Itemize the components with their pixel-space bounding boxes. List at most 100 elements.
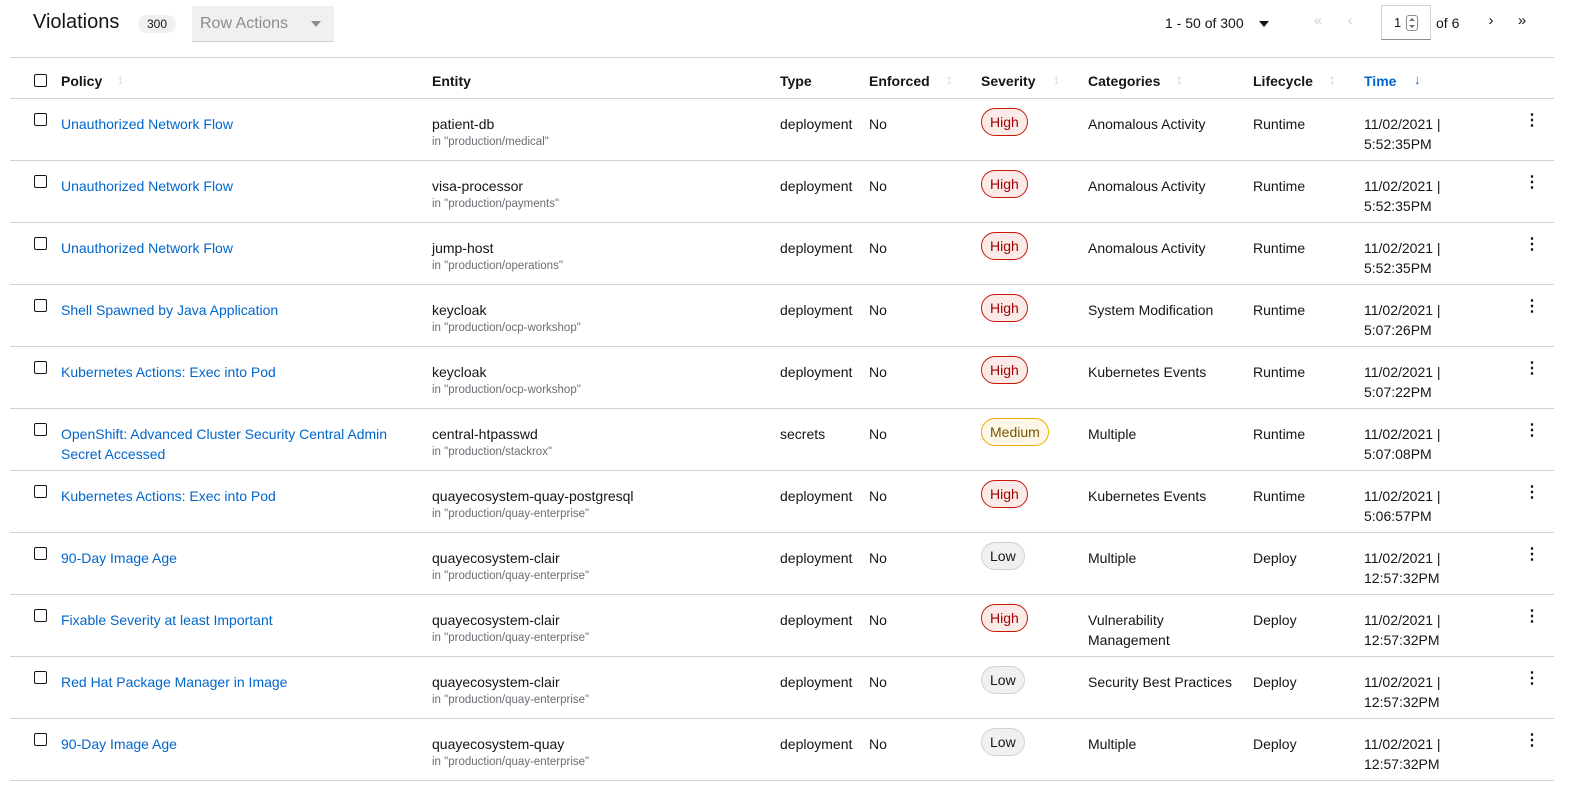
table-row[interactable]: Unauthorized Network Flow visa-processor… — [10, 161, 1554, 223]
row-select-checkbox[interactable] — [34, 237, 47, 250]
page-number-input[interactable]: 1 — [1381, 5, 1431, 40]
lifecycle-value: Runtime — [1253, 178, 1306, 194]
policy-link[interactable]: OpenShift: Advanced Cluster Security Cen… — [61, 424, 401, 464]
policy-link[interactable]: Shell Spawned by Java Application — [61, 300, 401, 320]
table-row[interactable]: Unauthorized Network Flow jump-host in "… — [10, 223, 1554, 285]
pagination-range-toggle[interactable]: 1 - 50 of 300 — [1165, 15, 1244, 31]
kebab-menu-icon[interactable]: ⋮ — [1524, 483, 1540, 503]
kebab-menu-icon[interactable]: ⋮ — [1524, 235, 1540, 255]
policy-link[interactable]: Kubernetes Actions: Exec into Pod — [61, 362, 401, 382]
policy-link[interactable]: Kubernetes Actions: Exec into Pod — [61, 486, 401, 506]
severity-badge: Low — [981, 666, 1025, 694]
lifecycle-value: Runtime — [1253, 364, 1306, 380]
entity-name: quayecosystem-clair — [432, 612, 560, 628]
policy-link[interactable]: Red Hat Package Manager in Image — [61, 672, 401, 692]
row-select-checkbox[interactable] — [34, 609, 47, 622]
enforced-value: No — [869, 240, 887, 256]
table-row[interactable]: Kubernetes Actions: Exec into Pod quayec… — [10, 471, 1554, 533]
violation-type: deployment — [780, 612, 853, 628]
violation-time: 11/02/2021 | 12:57:32PM — [1364, 736, 1441, 772]
violation-time: 11/02/2021 | 5:52:35PM — [1364, 240, 1441, 276]
violation-type: deployment — [780, 178, 853, 194]
row-select-checkbox[interactable] — [34, 733, 47, 746]
column-header-time[interactable]: Time — [1364, 73, 1396, 89]
policy-link[interactable]: Unauthorized Network Flow — [61, 176, 401, 196]
row-select-checkbox[interactable] — [34, 423, 47, 436]
categories-value: System Modification — [1088, 302, 1214, 318]
policy-link[interactable]: 90-Day Image Age — [61, 548, 401, 568]
kebab-menu-icon[interactable]: ⋮ — [1524, 297, 1540, 317]
column-header-entity: Entity — [432, 73, 471, 89]
row-select-checkbox[interactable] — [34, 175, 47, 188]
violation-type: deployment — [780, 240, 853, 256]
table-row[interactable]: Kubernetes Actions: Exec into Pod keyclo… — [10, 347, 1554, 409]
kebab-menu-icon[interactable]: ⋮ — [1524, 731, 1540, 751]
column-header-severity[interactable]: Severity — [981, 73, 1035, 89]
lifecycle-value: Runtime — [1253, 302, 1306, 318]
enforced-value: No — [869, 488, 887, 504]
page-spinner-icon[interactable] — [1406, 15, 1418, 31]
sort-icon[interactable]: ↕ — [1176, 72, 1183, 87]
row-select-checkbox[interactable] — [34, 361, 47, 374]
angle-left-icon[interactable]: ‹ — [1339, 10, 1361, 32]
kebab-menu-icon[interactable]: ⋮ — [1524, 545, 1540, 565]
entity-namespace: in "production/ocp-workshop" — [432, 322, 581, 334]
entity-namespace: in "production/operations" — [432, 260, 563, 272]
table-row[interactable]: Red Hat Package Manager in Image quayeco… — [10, 657, 1554, 719]
angle-double-right-icon[interactable]: » — [1511, 10, 1533, 32]
column-header-policy[interactable]: Policy — [61, 73, 102, 89]
row-select-checkbox[interactable] — [34, 299, 47, 312]
entity-namespace: in "production/medical" — [432, 136, 549, 148]
table-row[interactable]: Fixable Severity at least Important quay… — [10, 595, 1554, 657]
policy-link[interactable]: Fixable Severity at least Important — [61, 610, 401, 630]
table-row[interactable]: OpenShift: Advanced Cluster Security Cen… — [10, 409, 1554, 471]
violation-time: 11/02/2021 | 5:06:57PM — [1364, 488, 1441, 524]
caret-down-icon[interactable] — [1259, 21, 1269, 27]
violation-time: 11/02/2021 | 5:52:35PM — [1364, 116, 1441, 152]
categories-value: Kubernetes Events — [1088, 488, 1207, 504]
angle-double-left-icon[interactable]: « — [1307, 10, 1329, 32]
column-header-lifecycle[interactable]: Lifecycle — [1253, 73, 1313, 89]
sort-icon[interactable]: ↕ — [1053, 72, 1060, 87]
violations-count-badge: 300 — [138, 15, 177, 33]
policy-link[interactable]: Unauthorized Network Flow — [61, 114, 401, 134]
table-row[interactable]: 90-Day Image Age quayecosystem-clair in … — [10, 533, 1554, 595]
row-select-checkbox[interactable] — [34, 485, 47, 498]
table-row[interactable]: Unauthorized Network Flow patient-db in … — [10, 99, 1554, 161]
row-actions-label: Row Actions — [200, 15, 289, 32]
lifecycle-value: Deploy — [1253, 550, 1297, 566]
sort-icon[interactable]: ↕ — [117, 72, 124, 87]
kebab-menu-icon[interactable]: ⋮ — [1524, 421, 1540, 441]
entity-name: keycloak — [432, 364, 487, 380]
severity-badge: High — [981, 480, 1028, 508]
column-header-categories[interactable]: Categories — [1088, 73, 1160, 89]
categories-value: Anomalous Activity — [1088, 240, 1206, 256]
lifecycle-value: Runtime — [1253, 240, 1306, 256]
row-select-checkbox[interactable] — [34, 547, 47, 560]
row-select-checkbox[interactable] — [34, 671, 47, 684]
kebab-menu-icon[interactable]: ⋮ — [1524, 669, 1540, 689]
entity-name: quayecosystem-quay — [432, 736, 565, 752]
column-header-enforced[interactable]: Enforced — [869, 73, 930, 89]
enforced-value: No — [869, 426, 887, 442]
row-actions-dropdown[interactable]: Row Actions — [192, 6, 334, 42]
sort-icon[interactable]: ↕ — [1329, 72, 1336, 87]
sort-icon[interactable]: ↕ — [946, 72, 953, 87]
policy-link[interactable]: Unauthorized Network Flow — [61, 238, 401, 258]
violations-toolbar: Violations 300 Row Actions 1 - 50 of 300… — [0, 0, 1594, 58]
severity-badge: High — [981, 170, 1028, 198]
kebab-menu-icon[interactable]: ⋮ — [1524, 359, 1540, 379]
lifecycle-value: Runtime — [1253, 426, 1306, 442]
table-row[interactable]: Shell Spawned by Java Application keyclo… — [10, 285, 1554, 347]
lifecycle-value: Deploy — [1253, 674, 1297, 690]
policy-link[interactable]: 90-Day Image Age — [61, 734, 401, 754]
kebab-menu-icon[interactable]: ⋮ — [1524, 607, 1540, 627]
row-select-checkbox[interactable] — [34, 113, 47, 126]
sort-descending-icon[interactable]: ↓ — [1414, 72, 1421, 87]
kebab-menu-icon[interactable]: ⋮ — [1524, 111, 1540, 131]
select-all-checkbox[interactable] — [34, 74, 47, 87]
angle-right-icon[interactable]: › — [1480, 10, 1502, 32]
table-row[interactable]: 90-Day Image Age quayecosystem-quay in "… — [10, 719, 1554, 781]
entity-name: keycloak — [432, 302, 487, 318]
kebab-menu-icon[interactable]: ⋮ — [1524, 173, 1540, 193]
